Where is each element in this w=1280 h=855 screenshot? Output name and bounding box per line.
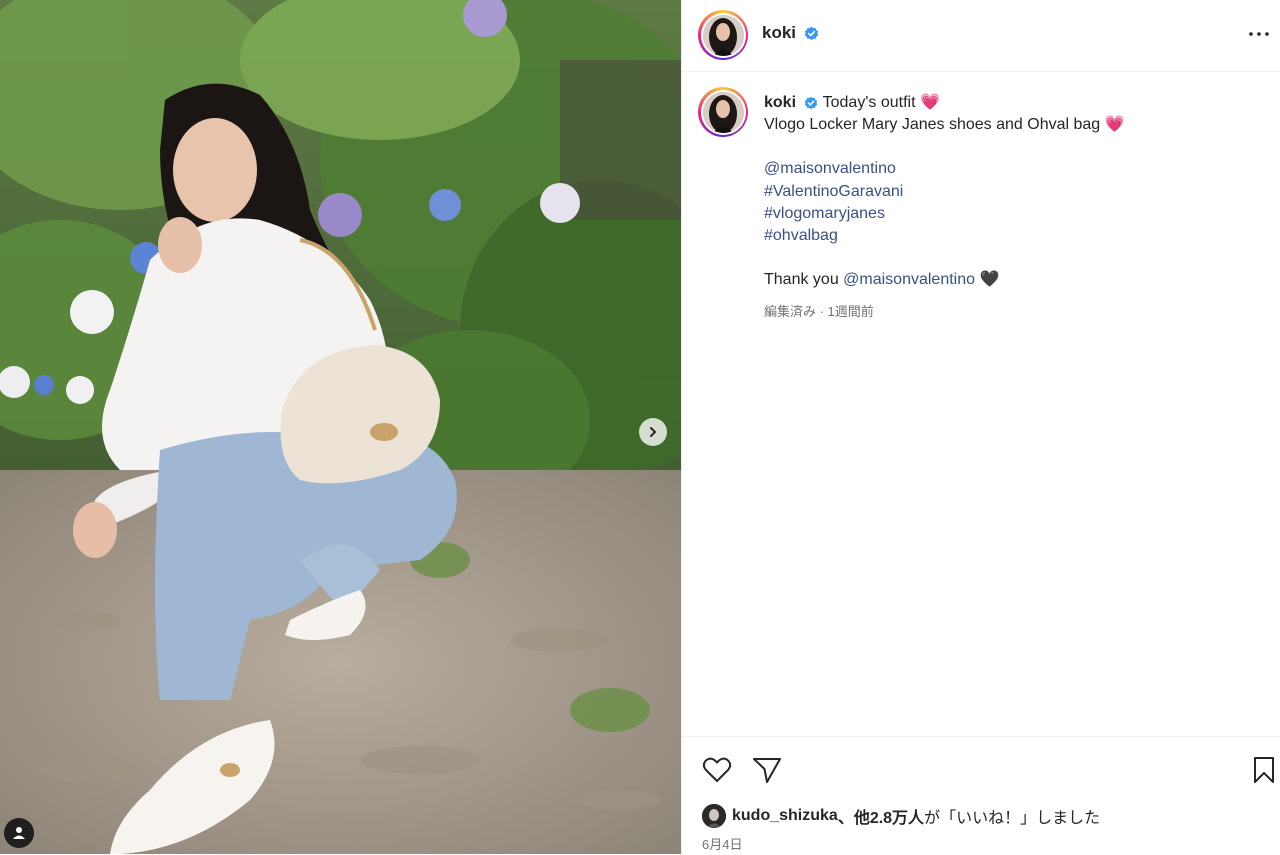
like-button[interactable]	[702, 756, 732, 789]
likes-count[interactable]: 、他2.8万人	[838, 804, 924, 828]
hashtag-link[interactable]: #ValentinoGaravani	[764, 181, 1264, 203]
caption-avatar-illustration	[702, 91, 744, 133]
caption-title: Today's outfit	[822, 94, 916, 111]
more-options-icon	[1249, 32, 1269, 36]
caption-first-line: koki Today's outfit 💗	[764, 92, 1264, 114]
post-photo[interactable]	[0, 0, 681, 854]
likes-summary[interactable]: kudo_shizuka 、他2.8万人 が「いいね！」しました	[702, 804, 1100, 828]
verified-badge-icon	[805, 27, 819, 41]
mention-link[interactable]: @maisonvalentino	[764, 158, 1264, 180]
post-actions: kudo_shizuka 、他2.8万人 が「いいね！」しました 6月4日	[682, 736, 1280, 855]
tagged-users-button[interactable]	[4, 818, 34, 848]
caption-avatar[interactable]	[698, 87, 748, 137]
photo-illustration	[0, 0, 681, 854]
liker-avatar	[702, 804, 726, 828]
verified-badge-icon	[805, 96, 818, 109]
more-options-button[interactable]	[1245, 22, 1273, 46]
header-user: koki	[762, 23, 819, 43]
caption-thanks-line: Thank you @maisonvalentino 🖤	[764, 269, 1264, 291]
heart-emoji: 💗	[919, 94, 940, 111]
chevron-right-icon	[650, 427, 657, 437]
post-caption: koki Today's outfit 💗 Vlogo Locker Mary …	[764, 92, 1264, 324]
heart-icon	[702, 757, 732, 782]
post-side-panel: koki koki Today's outfit 💗 Vlogo Locker …	[681, 0, 1280, 854]
send-icon	[753, 758, 781, 783]
hashtag-link[interactable]: #vlogomaryjanes	[764, 203, 1264, 225]
avatar-border	[700, 12, 746, 58]
thanks-text: Thank you	[764, 271, 844, 289]
liker-avatar-illustration	[702, 804, 726, 828]
caption-meta: 編集済み · 1週間前	[764, 304, 874, 320]
caption-avatar-border	[700, 89, 746, 135]
caption-avatar-photo	[702, 91, 744, 133]
save-button[interactable]	[1252, 756, 1276, 789]
bookmark-icon	[1254, 757, 1274, 783]
heart-emoji: 💗	[1104, 116, 1125, 134]
header-username[interactable]: koki	[762, 23, 796, 42]
avatar-photo	[702, 14, 744, 56]
avatar-illustration	[702, 14, 744, 56]
liker-username[interactable]: kudo_shizuka	[732, 807, 838, 825]
hashtag-link[interactable]: #ohvalbag	[764, 225, 1264, 247]
header-avatar[interactable]	[698, 10, 748, 60]
share-button[interactable]	[752, 756, 782, 789]
mention-link[interactable]: @maisonvalentino	[843, 271, 975, 288]
post-date[interactable]: 6月4日	[702, 834, 742, 853]
post-header: koki	[682, 0, 1280, 72]
user-tag-icon	[13, 827, 25, 839]
likes-suffix: が「いいね！」しました	[924, 810, 1101, 827]
caption-username[interactable]: koki	[764, 94, 796, 111]
black-heart-emoji: 🖤	[979, 271, 1000, 289]
next-photo-button[interactable]	[639, 418, 667, 446]
caption-text: Vlogo Locker Mary Janes shoes and Ohval …	[764, 116, 1101, 134]
caption-second-line: Vlogo Locker Mary Janes shoes and Ohval …	[764, 114, 1264, 136]
